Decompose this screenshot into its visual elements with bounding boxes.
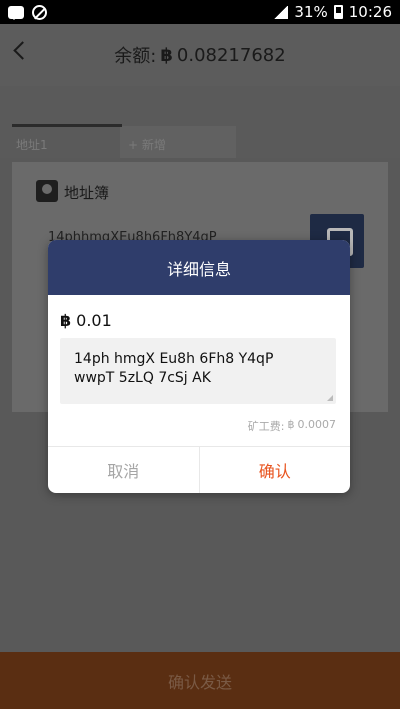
balance-label: 余额:: [114, 46, 157, 67]
chat-notification-icon: [8, 5, 24, 20]
tab-address-1[interactable]: 地址1: [16, 136, 48, 153]
tab-active-indicator: [12, 124, 122, 127]
tab-add-address[interactable]: + 新增: [128, 136, 166, 153]
address-tabs: 地址1 + 新增: [0, 86, 400, 158]
confirm-send-bar[interactable]: 确认发送: [0, 652, 400, 709]
confirm-send-label: 确认发送: [167, 672, 232, 692]
amount-value: 0.01: [76, 311, 112, 330]
details-dialog: 详细信息 ฿ 0.01 14ph hmgX Eu8h 6Fh8 Y4qP wwp…: [48, 240, 350, 493]
cancel-button[interactable]: 取消: [48, 447, 200, 493]
back-arrow-icon[interactable]: [13, 41, 32, 60]
bitcoin-icon: ฿: [60, 311, 72, 330]
fee-value: 0.0007: [297, 418, 337, 431]
address-book-label[interactable]: 地址簿: [64, 182, 109, 203]
dialog-actions: 取消 确认: [48, 446, 350, 493]
address-line-2: wwpT 5zLQ 7cSj AK: [74, 370, 211, 386]
status-bar: 31% 10:26: [0, 0, 400, 24]
bitcoin-icon: ฿: [287, 418, 295, 431]
blocked-icon: [32, 4, 47, 20]
battery-icon: [333, 5, 343, 19]
resize-handle-icon[interactable]: [327, 395, 333, 401]
balance-value: 0.08217682: [176, 44, 286, 66]
dialog-header: 详细信息: [48, 240, 350, 295]
battery-percent: 31%: [294, 3, 328, 21]
confirm-button[interactable]: 确认: [200, 447, 351, 493]
address-line-1: 14ph hmgX Eu8h 6Fh8 Y4qP: [74, 351, 274, 367]
app-header: 余额: ฿ 0.08217682: [0, 24, 400, 86]
recipient-address-box[interactable]: 14ph hmgX Eu8h 6Fh8 Y4qP wwpT 5zLQ 7cSj …: [60, 338, 336, 404]
miner-fee: 矿工费: ฿ 0.0007: [248, 418, 336, 434]
clock: 10:26: [348, 3, 392, 21]
dialog-title: 详细信息: [166, 259, 231, 279]
bitcoin-icon: ฿: [160, 44, 173, 66]
contact-book-icon[interactable]: [36, 180, 58, 202]
signal-icon: [274, 5, 289, 19]
amount-row: ฿ 0.01: [60, 311, 112, 330]
balance-title: 余额: ฿ 0.08217682: [114, 42, 285, 68]
fee-label: 矿工费:: [247, 420, 285, 433]
